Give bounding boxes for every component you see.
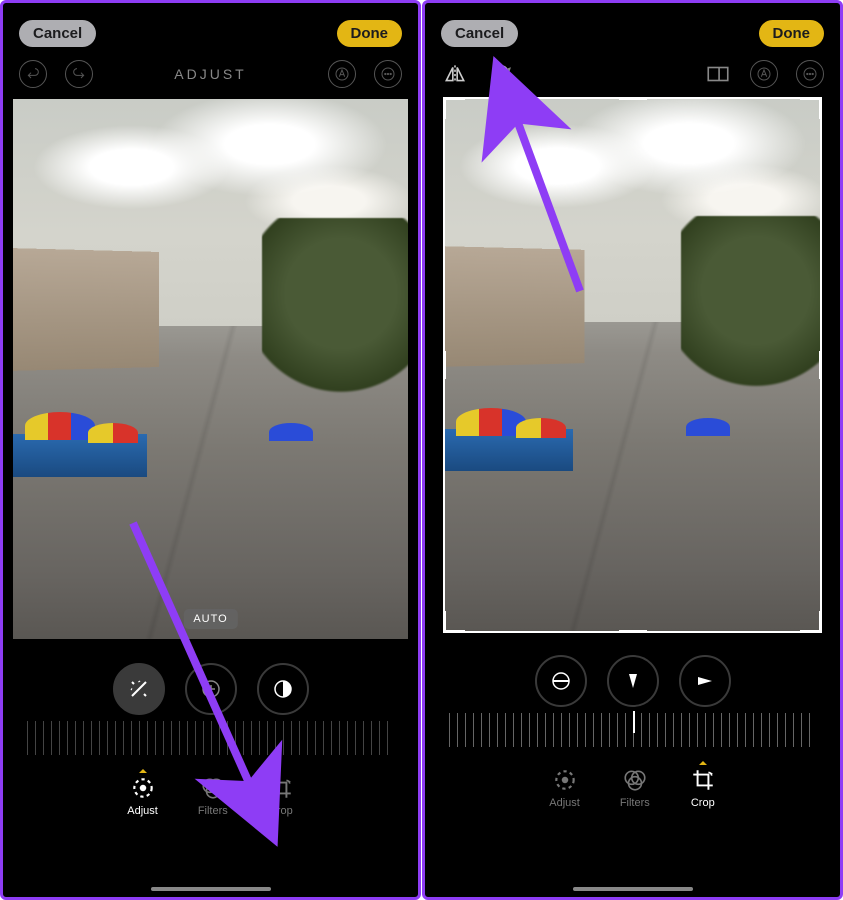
brilliance-button[interactable] bbox=[257, 663, 309, 715]
tab-label: Adjust bbox=[549, 797, 580, 809]
redo-icon[interactable] bbox=[65, 60, 93, 88]
home-indicator bbox=[573, 887, 693, 891]
horizontal-perspective-button[interactable] bbox=[679, 655, 731, 707]
crop-tool-row bbox=[425, 655, 840, 707]
adjust-slider[interactable] bbox=[27, 721, 394, 755]
flip-icon[interactable] bbox=[441, 60, 469, 88]
exposure-button[interactable] bbox=[185, 663, 237, 715]
undo-icon[interactable] bbox=[19, 60, 47, 88]
top-bar: Cancel Done bbox=[425, 3, 840, 55]
cancel-button[interactable]: Cancel bbox=[19, 20, 96, 47]
more-icon[interactable] bbox=[796, 60, 824, 88]
tab-label: Crop bbox=[269, 805, 293, 817]
tab-adjust[interactable]: Adjust bbox=[127, 765, 158, 817]
toolbar-row bbox=[425, 55, 840, 99]
editor-crop-screen: Cancel Done bbox=[422, 0, 843, 900]
tab-crop[interactable]: Crop bbox=[268, 765, 294, 817]
adjust-tool-row bbox=[3, 663, 418, 715]
markup-icon[interactable] bbox=[750, 60, 778, 88]
bottom-tab-bar: Adjust Filters Crop bbox=[425, 757, 840, 809]
auto-badge[interactable]: AUTO bbox=[183, 609, 237, 629]
bottom-tab-bar: Adjust Filters Crop bbox=[3, 765, 418, 817]
photo-crop-area[interactable] bbox=[445, 99, 820, 631]
mode-title: ADJUST bbox=[174, 66, 246, 82]
crop-handle[interactable] bbox=[800, 611, 820, 631]
vertical-perspective-button[interactable] bbox=[607, 655, 659, 707]
tab-adjust[interactable]: Adjust bbox=[549, 757, 580, 809]
crop-handle[interactable] bbox=[819, 351, 820, 379]
tab-label: Filters bbox=[198, 805, 228, 817]
photo-preview[interactable]: AUTO bbox=[13, 99, 408, 639]
crop-handle[interactable] bbox=[619, 99, 647, 100]
crop-handle[interactable] bbox=[445, 351, 446, 379]
rotate-icon[interactable] bbox=[487, 60, 515, 88]
editor-adjust-screen: Cancel Done ADJUST AUTO Adjust Fi bbox=[0, 0, 421, 900]
crop-handle[interactable] bbox=[445, 611, 465, 631]
top-bar: Cancel Done bbox=[3, 3, 418, 55]
more-icon[interactable] bbox=[374, 60, 402, 88]
tab-label: Adjust bbox=[127, 805, 158, 817]
aspect-ratio-icon[interactable] bbox=[704, 60, 732, 88]
auto-enhance-button[interactable] bbox=[113, 663, 165, 715]
tab-label: Crop bbox=[691, 797, 715, 809]
tab-filters[interactable]: Filters bbox=[620, 757, 650, 809]
crop-handle[interactable] bbox=[619, 630, 647, 631]
crop-handle[interactable] bbox=[445, 99, 465, 119]
done-button[interactable]: Done bbox=[759, 20, 825, 47]
toolbar-row: ADJUST bbox=[3, 55, 418, 99]
straighten-button[interactable] bbox=[535, 655, 587, 707]
tab-label: Filters bbox=[620, 797, 650, 809]
cancel-button[interactable]: Cancel bbox=[441, 20, 518, 47]
straighten-slider[interactable] bbox=[449, 713, 816, 747]
done-button[interactable]: Done bbox=[337, 20, 403, 47]
crop-handle[interactable] bbox=[800, 99, 820, 119]
tab-crop[interactable]: Crop bbox=[690, 757, 716, 809]
markup-icon[interactable] bbox=[328, 60, 356, 88]
home-indicator bbox=[151, 887, 271, 891]
tab-filters[interactable]: Filters bbox=[198, 765, 228, 817]
